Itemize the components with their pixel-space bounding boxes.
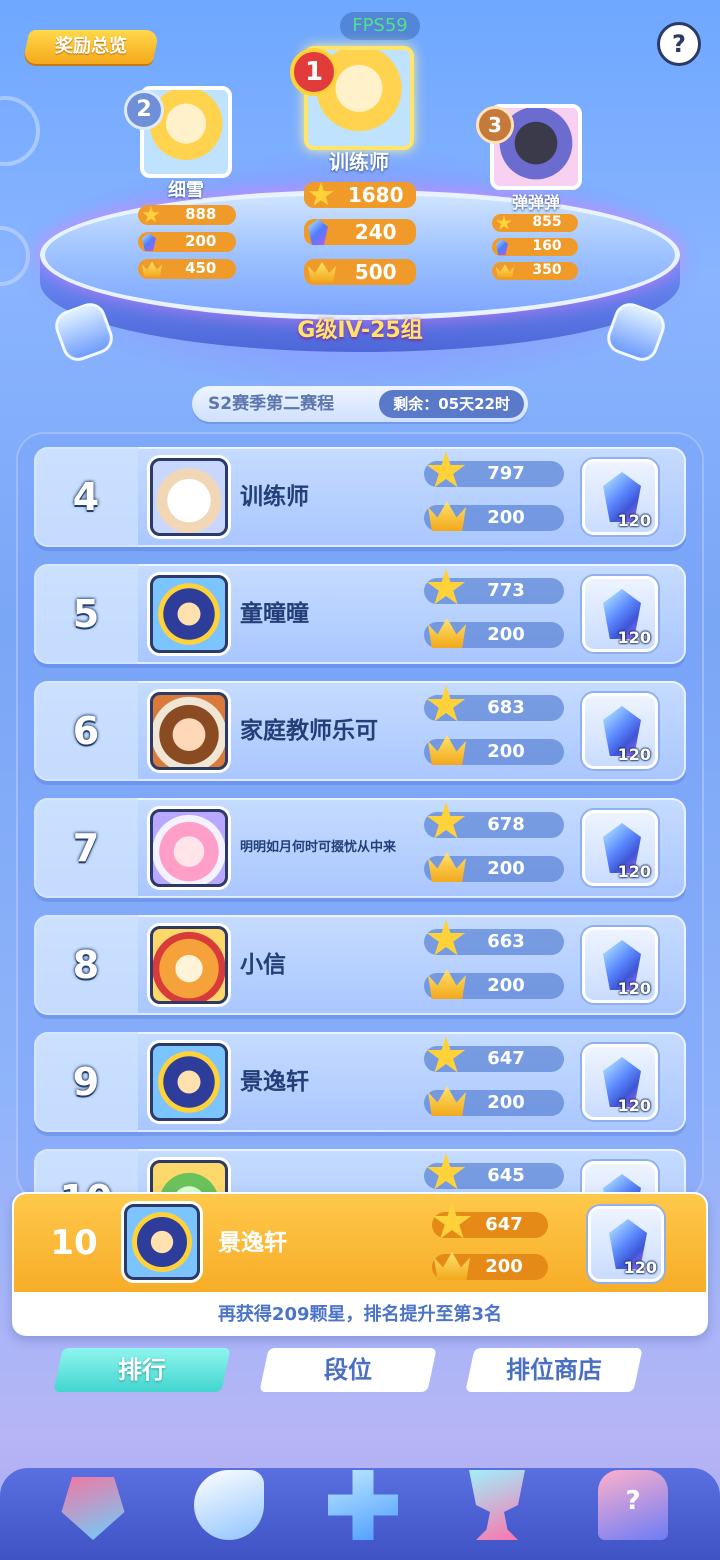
podium-1-name: 训练师 (329, 150, 389, 174)
podium-3-stars: 855 (492, 214, 578, 232)
bronze-medal-icon: 3 (476, 106, 514, 144)
reward-count: 120 (617, 628, 651, 647)
my-rank-number: 10 (50, 1223, 98, 1263)
reward-box[interactable]: 120 (582, 576, 658, 652)
rank-number: 7 (72, 826, 100, 870)
nav-whistle[interactable] (184, 1462, 274, 1552)
player-avatar[interactable] (150, 458, 228, 536)
crown-icon (496, 264, 514, 278)
podium-3-crowns: 350 (492, 262, 578, 280)
player-name: 家庭教师乐可 (240, 718, 378, 744)
reward-box[interactable]: 120 (582, 810, 658, 886)
podium-2-gems: 200 (138, 232, 236, 252)
ranking-row[interactable]: 9 景逸轩 647 200 120 (34, 1032, 686, 1132)
ranking-row[interactable]: 4 训练师 797 200 120 (34, 447, 686, 547)
player-name: 小信 (240, 952, 286, 978)
reward-overview-label: 奖励总览 (55, 36, 127, 57)
silver-medal-icon: 2 (124, 90, 164, 130)
reward-count: 120 (617, 745, 651, 764)
group-title: G级IV-25组 (297, 318, 423, 343)
ranking-list[interactable]: 4 训练师 797 200 120 5 童曈曈 773 200 120 6 家庭… (16, 432, 704, 1202)
player-name: 训练师 (240, 484, 309, 510)
ranking-row[interactable]: 6 家庭教师乐可 683 200 120 (34, 681, 686, 781)
podium-3-name: 弹弹弹 (511, 193, 560, 212)
ranking-row[interactable]: 8 小信 663 200 120 (34, 915, 686, 1015)
gem-icon (142, 233, 156, 251)
reward-box[interactable]: 120 (582, 927, 658, 1003)
season-remaining: 剩余：05天22时 (379, 390, 524, 418)
podium-2-stars: 888 (138, 205, 236, 225)
crown-icon (142, 261, 162, 277)
reward-box[interactable]: 120 (582, 693, 658, 769)
my-name: 景逸轩 (218, 1230, 287, 1256)
help-button[interactable]: ? (657, 22, 701, 66)
my-avatar[interactable] (124, 1204, 200, 1280)
rank-number: 6 (72, 709, 100, 753)
reward-count: 120 (623, 1258, 657, 1277)
ranking-row[interactable]: 5 童曈曈 773 200 120 (34, 564, 686, 664)
nav-mystery[interactable]: ? (588, 1462, 678, 1552)
reward-count: 120 (617, 1096, 651, 1115)
reward-count: 120 (617, 511, 651, 530)
trophy-icon (469, 1470, 525, 1540)
gamepad-icon (328, 1470, 398, 1540)
podium-1-stars: 1680 (304, 182, 416, 208)
gem-icon (496, 239, 508, 255)
fps-counter: FPS59 (340, 12, 420, 40)
rank-number: 5 (72, 592, 100, 636)
my-reward-box[interactable]: 120 (588, 1206, 664, 1282)
reward-box[interactable]: 120 (582, 459, 658, 535)
rank-number: 9 (72, 1060, 100, 1104)
question-mark-icon: ? (625, 1486, 641, 1516)
crown-icon (308, 262, 336, 282)
gem-icon (308, 219, 328, 245)
reward-box[interactable]: 120 (582, 1044, 658, 1120)
nav-play[interactable] (318, 1462, 408, 1552)
ranking-row[interactable]: 7 明明如月何时可掇忧从中来 678 200 120 (34, 798, 686, 898)
player-avatar[interactable] (150, 575, 228, 653)
whistle-icon (194, 1470, 264, 1540)
rank-number: 4 (72, 475, 100, 519)
gold-medal-icon: 1 (290, 48, 338, 96)
tab-label: 段位 (324, 1356, 372, 1384)
player-avatar[interactable] (150, 692, 228, 770)
star-icon (496, 215, 512, 230)
star-icon (142, 206, 160, 223)
tab-ranked-shop[interactable]: 排位商店 (465, 1348, 643, 1392)
my-rank-row[interactable]: 10 景逸轩 647 200 120 (14, 1194, 706, 1292)
tab-tier[interactable]: 段位 (259, 1348, 437, 1392)
season-banner: S2赛季第二赛程 剩余：05天22时 (192, 386, 528, 422)
season-name: S2赛季第二赛程 (208, 394, 335, 414)
rank-up-icon (61, 1477, 125, 1540)
player-avatar[interactable] (150, 926, 228, 1004)
side-arrow-decoration (0, 96, 40, 166)
nav-rank-up[interactable] (48, 1462, 138, 1552)
tab-ranking[interactable]: 排行 (53, 1348, 231, 1392)
nav-ranking[interactable] (452, 1462, 542, 1552)
rank-number: 8 (72, 943, 100, 987)
player-avatar[interactable] (150, 1043, 228, 1121)
rank-up-tip: 再获得209颗星，排名提升至第3名 (217, 1304, 503, 1325)
star-icon (308, 182, 334, 206)
player-name: 景逸轩 (240, 1069, 309, 1095)
tab-label: 排位商店 (506, 1356, 602, 1384)
player-name: 童曈曈 (240, 601, 309, 627)
podium-2-crowns: 450 (138, 259, 236, 279)
reward-count: 120 (617, 862, 651, 881)
podium-1-gems: 240 (304, 219, 416, 245)
player-name: 明明如月何时可掇忧从中来 (240, 840, 397, 855)
reward-overview-button[interactable]: 奖励总览 (22, 30, 160, 64)
podium-2-name: 细雪 (168, 180, 204, 201)
podium-1-crowns: 500 (304, 259, 416, 285)
tab-label: 排行 (118, 1356, 166, 1384)
player-avatar[interactable] (150, 809, 228, 887)
podium-3-gems: 160 (492, 238, 578, 256)
reward-count: 120 (617, 979, 651, 998)
